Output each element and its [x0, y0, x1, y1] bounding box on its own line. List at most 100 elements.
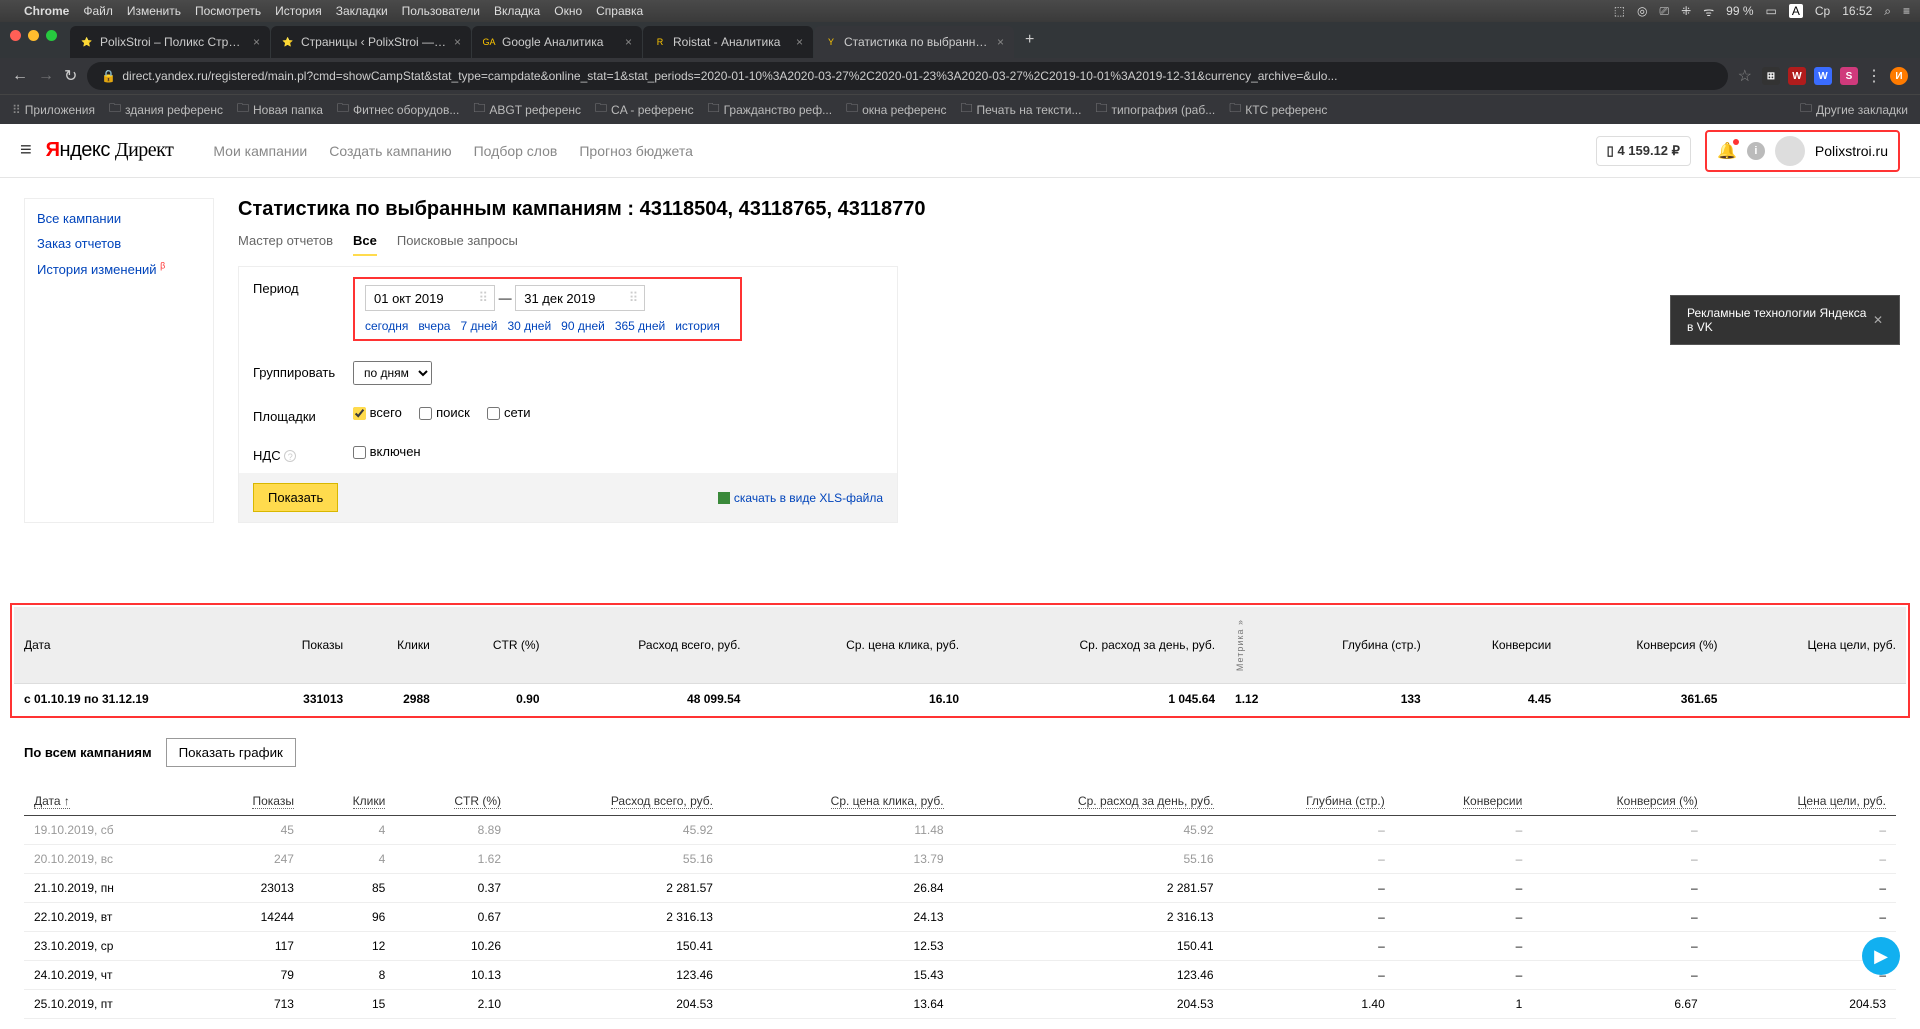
info-icon[interactable]: i: [1747, 142, 1765, 160]
nav-item[interactable]: Мои кампании: [213, 143, 307, 159]
bookmark-folder[interactable]: 🗀ABGT референс: [473, 99, 581, 120]
menu-icon[interactable]: ≡: [1903, 4, 1910, 18]
col-goal[interactable]: Цена цели, руб.: [1708, 787, 1896, 816]
sidebar-order-reports[interactable]: Заказ отчетов: [37, 236, 121, 251]
date-quick-link[interactable]: 7 дней: [460, 319, 497, 333]
browser-tab[interactable]: RRoistat - Аналитика×: [643, 26, 813, 58]
menu-file[interactable]: Файл: [83, 4, 113, 18]
bookmark-folder[interactable]: 🗀здания референс: [109, 99, 223, 120]
show-button[interactable]: Показать: [253, 483, 338, 512]
bookmark-folder[interactable]: 🗀типография (раб...: [1095, 99, 1215, 120]
cb-all[interactable]: всего: [353, 405, 402, 420]
star-icon[interactable]: ☆: [1738, 66, 1752, 86]
col-spend[interactable]: Расход всего, руб.: [511, 787, 723, 816]
menu-bookmarks[interactable]: Закладки: [336, 4, 388, 18]
col-cpc[interactable]: Ср. цена клика, руб.: [723, 787, 954, 816]
status-icon[interactable]: ⬚: [1614, 4, 1625, 18]
date-quick-link[interactable]: 365 дней: [615, 319, 665, 333]
help-widget-icon[interactable]: ▶: [1862, 937, 1900, 975]
status-icon[interactable]: ⁜: [1681, 4, 1691, 18]
browser-tab[interactable]: ⭐PolixStroi – Поликс Строй – ст×: [70, 26, 270, 58]
date-to-input[interactable]: 31 дек 2019⠿: [515, 285, 645, 311]
close-window-icon[interactable]: [10, 30, 21, 41]
help-icon[interactable]: ?: [284, 450, 296, 462]
menu-view[interactable]: Посмотреть: [195, 4, 261, 18]
col-daily[interactable]: Ср. расход за день, руб.: [954, 787, 1224, 816]
reload-icon[interactable]: ↻: [64, 66, 77, 86]
notification-toast[interactable]: Рекламные технологии Яндекса в VK ✕: [1670, 295, 1900, 345]
sidebar-all-campaigns[interactable]: Все кампании: [37, 211, 121, 226]
nav-item[interactable]: Прогноз бюджета: [579, 143, 693, 159]
maximize-window-icon[interactable]: [46, 30, 57, 41]
tab-search-queries[interactable]: Поисковые запросы: [397, 233, 518, 256]
back-icon[interactable]: ←: [12, 67, 28, 85]
download-xls-link[interactable]: скачать в виде XLS-файла: [718, 491, 883, 505]
date-from-input[interactable]: 01 окт 2019⠿: [365, 285, 495, 311]
ext-icon[interactable]: W: [1814, 67, 1832, 85]
bell-icon[interactable]: 🔔: [1717, 141, 1737, 161]
col-conv[interactable]: Конверсии: [1395, 787, 1533, 816]
ext-icon[interactable]: S: [1840, 67, 1858, 85]
menu-window[interactable]: Окно: [554, 4, 582, 18]
date-quick-link[interactable]: 90 дней: [561, 319, 605, 333]
close-icon[interactable]: ✕: [1873, 313, 1883, 327]
menu-people[interactable]: Пользователи: [402, 4, 480, 18]
other-bookmarks[interactable]: 🗀Другие закладки: [1800, 99, 1908, 120]
bookmark-folder[interactable]: 🗀Фитнес оборудов...: [337, 99, 459, 120]
show-chart-button[interactable]: Показать график: [166, 738, 296, 767]
wifi-icon[interactable]: ᯤ: [1703, 3, 1714, 20]
user-area[interactable]: 🔔 i Polixstroi.ru: [1705, 130, 1900, 172]
ext-icon[interactable]: W: [1788, 67, 1806, 85]
balance-badge[interactable]: ▯ 4 159.12 ₽: [1596, 136, 1691, 166]
cb-vat[interactable]: включен: [353, 444, 421, 459]
col-shows[interactable]: Показы: [197, 787, 304, 816]
profile-icon[interactable]: И: [1890, 67, 1908, 85]
nav-item[interactable]: Создать кампанию: [329, 143, 451, 159]
date-quick-link[interactable]: сегодня: [365, 319, 408, 333]
menu-help[interactable]: Справка: [596, 4, 643, 18]
avatar[interactable]: [1775, 136, 1805, 166]
col-date[interactable]: Дата ↑: [24, 787, 197, 816]
ext-icon[interactable]: ⊞: [1762, 67, 1780, 85]
date-quick-link[interactable]: вчера: [418, 319, 450, 333]
tab-report-wizard[interactable]: Мастер отчетов: [238, 233, 333, 256]
cb-search[interactable]: поиск: [419, 405, 469, 420]
date-quick-link[interactable]: 30 дней: [507, 319, 551, 333]
bookmark-folder[interactable]: 🗀Гражданство реф...: [708, 99, 832, 120]
col-conv-pct[interactable]: Конверсия (%): [1532, 787, 1707, 816]
new-tab-button[interactable]: +: [1015, 31, 1044, 49]
close-icon[interactable]: ×: [997, 35, 1004, 49]
status-icon[interactable]: ◎: [1637, 4, 1647, 18]
group-select[interactable]: по дням: [353, 361, 432, 385]
col-depth[interactable]: Глубина (стр.): [1224, 787, 1395, 816]
more-icon[interactable]: ⋮: [1866, 66, 1882, 86]
search-icon[interactable]: ⌕: [1884, 4, 1891, 19]
menu-tab[interactable]: Вкладка: [494, 4, 540, 18]
status-icon[interactable]: ⎚: [1660, 4, 1670, 19]
cb-net[interactable]: сети: [487, 405, 530, 420]
window-controls[interactable]: [10, 30, 57, 41]
browser-tab[interactable]: GAGoogle Аналитика×: [472, 26, 642, 58]
yandex-direct-logo[interactable]: Яндекс Директ: [46, 139, 174, 162]
bookmark-folder[interactable]: 🗀окна референс: [846, 99, 946, 120]
close-icon[interactable]: ×: [625, 35, 632, 49]
browser-tab[interactable]: ⭐Страницы ‹ PolixStroi — Word×: [271, 26, 471, 58]
burger-icon[interactable]: ≡: [20, 139, 32, 162]
url-input[interactable]: 🔒 direct.yandex.ru/registered/main.pl?cm…: [87, 62, 1727, 90]
menu-history[interactable]: История: [275, 4, 322, 18]
bookmark-folder[interactable]: 🗀Печать на тексти...: [961, 99, 1082, 120]
nav-item[interactable]: Подбор слов: [474, 143, 558, 159]
input-lang[interactable]: A: [1789, 4, 1803, 18]
app-name[interactable]: Chrome: [24, 4, 69, 18]
sidebar-history[interactable]: История изменений β: [37, 262, 165, 277]
forward-icon[interactable]: →: [38, 67, 54, 85]
apps-shortcut[interactable]: ⠿Приложения: [12, 103, 95, 117]
bookmark-folder[interactable]: 🗀Новая папка: [237, 99, 323, 120]
tab-all[interactable]: Все: [353, 233, 377, 256]
close-icon[interactable]: ×: [796, 35, 803, 49]
menu-edit[interactable]: Изменить: [127, 4, 181, 18]
minimize-window-icon[interactable]: [28, 30, 39, 41]
close-icon[interactable]: ×: [454, 35, 461, 49]
col-ctr[interactable]: CTR (%): [395, 787, 511, 816]
col-clicks[interactable]: Клики: [304, 787, 395, 816]
